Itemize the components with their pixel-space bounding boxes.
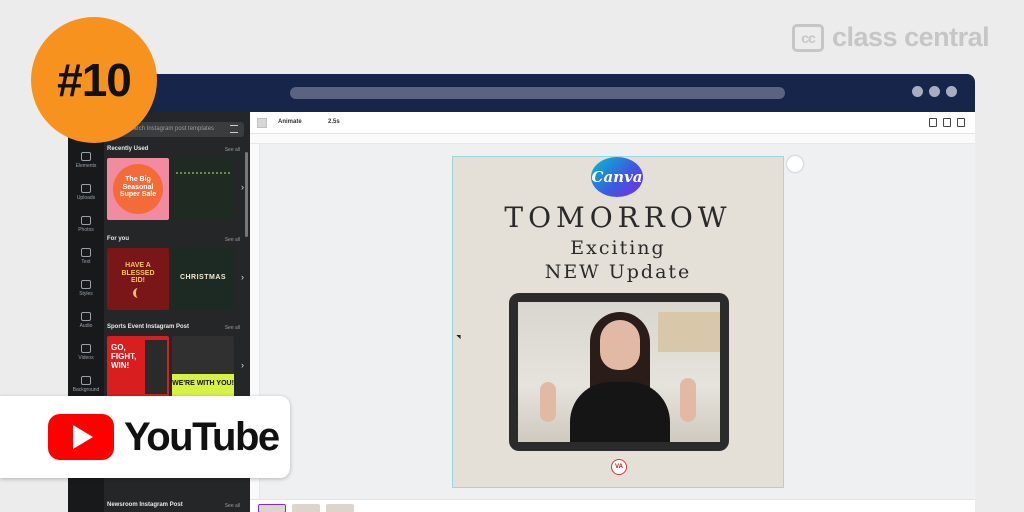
video-icon (81, 344, 91, 353)
youtube-play-icon (48, 414, 114, 460)
editor-toolbar: Animate 2.5s (250, 112, 975, 134)
upload-icon (81, 184, 91, 193)
browser-titlebar (68, 74, 975, 112)
rail-label: Background (72, 387, 100, 393)
photo-icon (81, 216, 91, 225)
class-central-wordmark: class central (832, 22, 990, 52)
section-title: For you (107, 236, 129, 242)
cc-icon: cc (792, 23, 824, 52)
toolbar-actions (929, 118, 965, 127)
thumb-text: GO, FIGHT, WIN! (111, 343, 137, 370)
design-subtitle-1[interactable]: Exciting (453, 237, 783, 259)
rail-styles[interactable]: Styles (68, 280, 104, 297)
see-all-link[interactable]: See all (225, 237, 240, 243)
chevron-right-icon[interactable]: › (241, 360, 244, 370)
rail-label: Videos (78, 355, 94, 361)
section-title: Sports Event Instagram Post (107, 324, 190, 330)
page-thumb[interactable] (292, 504, 320, 512)
duplicate-icon[interactable] (943, 118, 951, 127)
thumb-text: CHRISTMAS (179, 274, 227, 281)
see-all-link[interactable]: See all (225, 147, 240, 153)
text-icon (81, 248, 91, 257)
color-swatch[interactable] (257, 118, 267, 128)
section-title: Recently Used (107, 146, 149, 152)
pointing-hand (540, 382, 556, 422)
design-subtitle-2[interactable]: NEW Update (453, 261, 783, 283)
window-dot[interactable] (929, 86, 940, 97)
template-thumb[interactable]: GO, FIGHT, WIN! (107, 336, 169, 398)
design-page[interactable]: Canva TOMORROW Exciting NEW Update VA (452, 156, 784, 488)
pointing-hand (680, 378, 696, 422)
rail-text[interactable]: Text (68, 248, 104, 265)
presenter-body (570, 382, 670, 442)
background-icon (81, 376, 91, 385)
athlete-photo (145, 340, 167, 394)
palette-icon (81, 280, 91, 289)
rank-text: #10 (57, 54, 132, 106)
music-icon (81, 312, 91, 321)
filter-icon[interactable] (230, 125, 238, 133)
design-title[interactable]: TOMORROW (453, 201, 783, 234)
rail-label: Photos (78, 227, 94, 233)
window-dot[interactable] (912, 86, 923, 97)
template-thumb[interactable]: HAVE A BLESSED EID! (107, 248, 169, 310)
section-title: Newsroom Instagram Post (107, 502, 183, 508)
rail-label: Styles (79, 291, 93, 297)
rail-audio[interactable]: Audio (68, 312, 104, 329)
youtube-wordmark: YouTube (124, 414, 280, 459)
see-all-link[interactable]: See all (225, 503, 240, 509)
chevron-right-icon[interactable]: › (241, 182, 244, 192)
page-thumb[interactable] (326, 504, 354, 512)
rail-label: Elements (75, 163, 97, 169)
va-logo: VA (611, 459, 627, 475)
presenter-face (600, 320, 640, 370)
thumb-text: HAVE A BLESSED EID! (121, 262, 155, 285)
class-central-logo: cc class central (792, 22, 990, 53)
tablet-frame[interactable] (509, 293, 729, 451)
rotate-icon[interactable] (787, 156, 803, 172)
shapes-icon (81, 152, 91, 161)
rail-label: Audio (79, 323, 93, 329)
background-shelf (658, 312, 720, 352)
rail-videos[interactable]: Videos (68, 344, 104, 361)
window-controls (912, 86, 957, 97)
rail-uploads[interactable]: Uploads (68, 184, 104, 201)
template-thumb[interactable] (172, 158, 234, 220)
pages-strip (250, 499, 975, 512)
template-thumb[interactable]: CHRISTMAS (172, 248, 234, 310)
rail-elements[interactable]: Elements (68, 152, 104, 169)
template-thumb[interactable]: The Big Seasonal Super Sale (107, 158, 169, 220)
animate-button[interactable]: Animate (278, 119, 302, 125)
duration-button[interactable]: 2.5s (328, 119, 340, 125)
canva-logo: Canva (591, 157, 643, 197)
rail-label: Uploads (76, 195, 96, 201)
youtube-card: YouTube (0, 396, 290, 478)
thumb-text: The Big Seasonal Super Sale (119, 176, 157, 199)
crescent-moon-icon (133, 288, 143, 298)
rail-label: Text (81, 259, 91, 265)
rank-badge: #10 (31, 17, 157, 143)
trash-icon[interactable] (957, 118, 965, 127)
garland-decoration (176, 162, 230, 174)
ruler-horizontal (250, 134, 975, 144)
share-icon[interactable] (929, 118, 937, 127)
rail-background[interactable]: Background (68, 376, 104, 393)
page-thumb[interactable] (258, 504, 286, 512)
rail-photos[interactable]: Photos (68, 216, 104, 233)
window-dot[interactable] (946, 86, 957, 97)
see-all-link[interactable]: See all (225, 325, 240, 331)
template-thumb[interactable]: WE'RE WITH YOU! (172, 336, 234, 398)
chevron-right-icon[interactable]: › (241, 272, 244, 282)
address-bar[interactable] (290, 87, 785, 99)
presenter-video (518, 302, 720, 442)
thumb-text: WE'RE WITH YOU! (172, 380, 234, 387)
panel-scrollbar[interactable] (245, 152, 248, 237)
